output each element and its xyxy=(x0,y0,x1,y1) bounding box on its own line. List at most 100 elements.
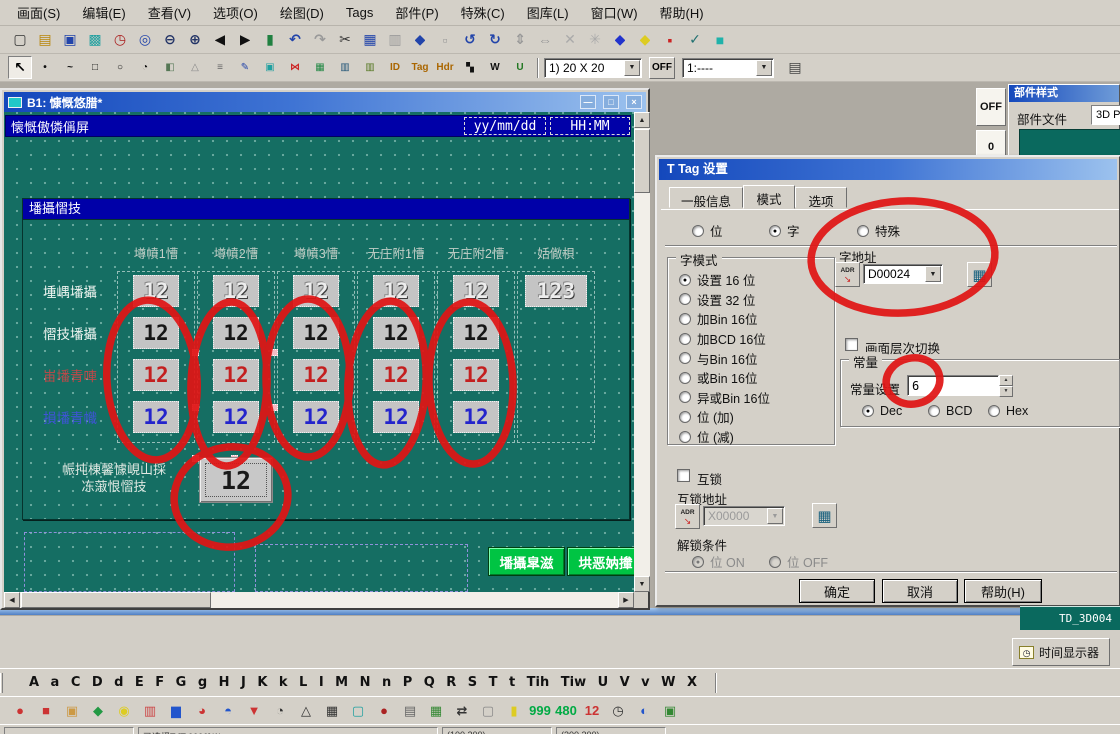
check-pen-icon[interactable]: ✓ xyxy=(683,28,707,51)
tag-letter-button[interactable]: W xyxy=(661,675,675,690)
alarm-clock-icon[interactable]: ◷ xyxy=(108,28,132,51)
selector-switch-icon[interactable]: ◆ xyxy=(86,699,110,722)
scroll-thumb[interactable] xyxy=(634,129,650,193)
cut-icon[interactable]: ✂ xyxy=(333,28,357,51)
numeric-tag[interactable]: 12 xyxy=(453,401,499,433)
numeric-tag[interactable]: 12 xyxy=(213,401,259,433)
numeric-tag[interactable]: 12 xyxy=(133,401,179,433)
library1-icon[interactable]: ▥ xyxy=(333,56,357,79)
zoom-out-icon[interactable]: ⊖ xyxy=(158,28,182,51)
menu-item[interactable]: 画面(S) xyxy=(6,0,71,25)
ok-button[interactable]: 确定 xyxy=(799,579,875,603)
horizontal-scrollbar[interactable]: ◀ ▶ xyxy=(4,592,634,608)
part-file-dropdown[interactable]: 3D P xyxy=(1091,105,1120,125)
time-display-tab[interactable]: ◷ 时间显示器 xyxy=(1012,638,1110,666)
tag-letter-button[interactable]: g xyxy=(198,675,207,690)
tag-letter-button[interactable]: K xyxy=(257,675,267,690)
word-mode-option[interactable]: 加BCD 16位 xyxy=(670,329,832,349)
screen-green-button[interactable]: 垬恶妠撪 xyxy=(567,547,634,576)
scroll-right-icon[interactable]: ▶ xyxy=(618,592,634,608)
menu-item[interactable]: 编辑(E) xyxy=(71,0,136,25)
tag-letter-button[interactable]: Tih xyxy=(527,675,550,690)
tank-graph-icon[interactable]: ▼ xyxy=(242,699,266,722)
tag-letter-button[interactable]: F xyxy=(155,675,164,690)
help-button[interactable]: 帮助(H) xyxy=(964,579,1042,603)
screen-select-dropdown[interactable]: 1:---- ▼ xyxy=(682,58,774,78)
dec-radio[interactable]: ● Dec xyxy=(862,404,902,418)
redo-icon[interactable]: ↷ xyxy=(308,28,332,51)
next-screen-icon[interactable]: ▶ xyxy=(233,28,257,51)
rotate-cw-icon[interactable]: ↻ xyxy=(483,28,507,51)
menu-item[interactable]: 帮助(H) xyxy=(649,0,715,25)
tag-letter-button[interactable]: Q xyxy=(424,675,435,690)
scroll-up-icon[interactable]: ▲ xyxy=(634,112,650,128)
lamp-icon[interactable]: ◉ xyxy=(112,699,136,722)
mark-tool-icon[interactable]: ⋈ xyxy=(283,56,307,79)
numeric-tag[interactable]: 12 xyxy=(293,359,339,391)
select-cursor-icon[interactable]: ↖ xyxy=(8,56,32,79)
pie-graph-icon[interactable]: ◕ xyxy=(190,699,214,722)
selection-handle[interactable] xyxy=(271,404,278,411)
marker-pen-icon[interactable]: ✎ xyxy=(233,56,257,79)
tag-letter-button[interactable]: d xyxy=(114,675,123,690)
numeric-tag[interactable]: 12 xyxy=(293,317,339,349)
hdr-tag-icon[interactable]: Hdr xyxy=(433,56,457,79)
window-part-icon[interactable]: ▣ xyxy=(658,699,682,722)
valign-icon[interactable]: ⇕ xyxy=(508,28,532,51)
tag-letter-button[interactable]: S xyxy=(468,675,477,690)
word-mode-option[interactable]: 设置 32 位 xyxy=(670,290,832,310)
numeric-tag[interactable]: 12 xyxy=(453,317,499,349)
numeric-tag[interactable]: 12 xyxy=(373,359,419,391)
numeric-tag[interactable]: 12 xyxy=(373,275,419,307)
ulib-icon[interactable]: U xyxy=(508,56,532,79)
bit-switch-icon[interactable]: ● xyxy=(8,699,32,722)
spreadsheet-icon[interactable]: ▦ xyxy=(424,699,448,722)
selection-handle[interactable] xyxy=(192,404,199,411)
file-item-icon[interactable]: ▢ xyxy=(476,699,500,722)
numeric-tag[interactable]: 12 xyxy=(133,317,179,349)
hmi-screen-canvas[interactable]: 懐慨傲僯偁屏 yy/mm/dd HH:MM 墦攝慴技 墫幩1慒 墫幩2慒 墫幩3… xyxy=(4,112,634,592)
image-icon[interactable]: ▦ xyxy=(308,56,332,79)
tag-letter-button[interactable]: H xyxy=(219,675,230,690)
exit-door-icon[interactable]: ▮ xyxy=(258,28,282,51)
bar-graph-icon[interactable]: ▆ xyxy=(164,699,188,722)
ruler-icon[interactable]: ≡ xyxy=(208,56,232,79)
numeric-tag[interactable]: 12 xyxy=(373,317,419,349)
tag-letter-button[interactable]: E xyxy=(135,675,144,690)
tag-letter-button[interactable]: G xyxy=(176,675,187,690)
interlock-address-picker-button[interactable]: ADR ↘ xyxy=(675,504,700,529)
arc-tool-icon[interactable]: ◔ xyxy=(133,56,157,79)
tag-letter-button[interactable]: M xyxy=(335,675,348,690)
tab-options[interactable]: 选项 xyxy=(795,187,847,208)
new-file-icon[interactable]: ▢ xyxy=(8,28,32,51)
numeric-tag[interactable]: 12 xyxy=(133,275,179,307)
word-mode-option[interactable]: ● 设置 16 位 xyxy=(670,270,832,290)
screen-header-bar[interactable]: 懐慨傲僯偁屏 yy/mm/dd HH:MM xyxy=(5,115,631,137)
screen-list-icon[interactable]: ▤ xyxy=(783,56,807,79)
text-table-icon[interactable]: ▚ xyxy=(458,56,482,79)
address-picker-button[interactable]: ADR ↘ xyxy=(835,262,860,287)
toolbar-grip[interactable] xyxy=(0,673,3,693)
print-icon[interactable]: ▤ xyxy=(398,699,422,722)
data-transfer-icon[interactable]: ⇄ xyxy=(450,699,474,722)
tag-letter-button[interactable]: k xyxy=(279,675,288,690)
tag-letter-button[interactable]: V xyxy=(620,675,630,690)
word-address-dropdown[interactable]: D00024 ▼ xyxy=(863,264,943,284)
half-graph-icon[interactable]: ◓ xyxy=(216,699,240,722)
selection-handle[interactable] xyxy=(192,349,199,356)
tag-letter-button[interactable]: t xyxy=(509,675,515,690)
rotate-ccw-icon[interactable]: ↺ xyxy=(458,28,482,51)
date-display[interactable]: yy/mm/dd xyxy=(464,117,546,135)
chevron-down-icon[interactable]: ▼ xyxy=(756,60,772,76)
tag-letter-button[interactable]: U xyxy=(598,675,609,690)
message-display-icon[interactable]: ▥ xyxy=(138,699,162,722)
menu-item[interactable]: 绘图(D) xyxy=(269,0,335,25)
tag-letter-button[interactable]: R xyxy=(446,675,456,690)
fill-color-icon[interactable]: ■ xyxy=(708,28,732,51)
menu-item[interactable]: 窗口(W) xyxy=(580,0,649,25)
spin-down-icon[interactable]: ▼ xyxy=(999,386,1013,397)
chevron-down-icon[interactable]: ▼ xyxy=(624,60,640,76)
constant-value-input[interactable] xyxy=(907,375,999,396)
tag-letter-button[interactable]: C xyxy=(71,675,81,690)
word-switch-icon[interactable]: ▣ xyxy=(60,699,84,722)
